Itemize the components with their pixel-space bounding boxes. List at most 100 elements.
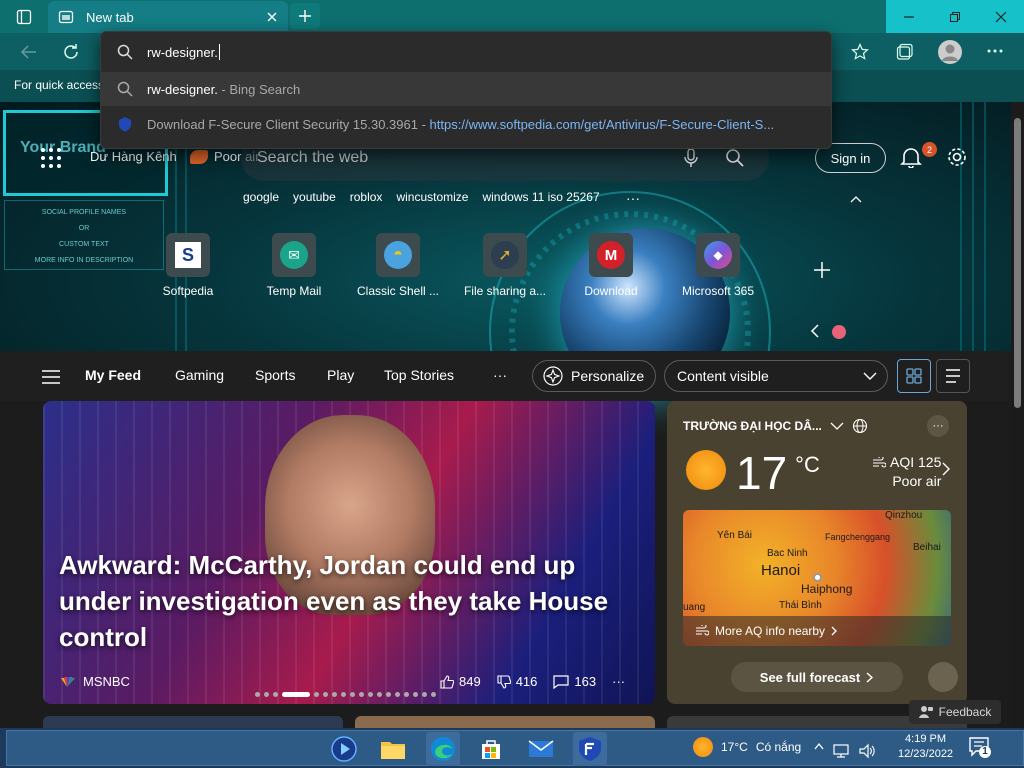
carousel-dot-active[interactable] [282,692,310,697]
suggestion-separator: - [417,116,430,132]
comments-button[interactable]: 163 [553,674,596,689]
top-site-tile[interactable]: ➚ File sharing a... [450,233,560,298]
add-site-plus-icon[interactable] [812,260,832,280]
carousel-dot[interactable] [404,692,409,697]
refresh-icon[interactable] [62,43,80,61]
profile-avatar[interactable] [938,40,962,64]
media-player-taskbar-button[interactable] [327,732,361,766]
news-headline[interactable]: Awkward: McCarthy, Jordan could end up u… [59,547,649,655]
carousel-dot[interactable] [314,692,319,697]
tab-more[interactable]: ··· [493,367,507,383]
carousel-dot[interactable] [422,692,427,697]
collections-icon[interactable] [896,43,914,61]
background-info-icon[interactable] [832,325,846,339]
carousel-dot[interactable] [431,692,436,697]
tab-gaming[interactable]: Gaming [175,367,224,383]
carousel-dot[interactable] [359,692,364,697]
tab-play[interactable]: Play [327,367,354,383]
suggestion-history[interactable]: Download F-Secure Client Security 15.30.… [101,107,831,141]
card-more[interactable]: ··· [612,674,625,689]
news-reactions: 849 416 163 ··· [440,674,625,689]
browser-tab[interactable]: New tab [48,1,288,33]
minimize-button[interactable] [886,0,932,33]
top-site-tile[interactable]: ✉ Temp Mail [239,233,349,298]
taskbar-weather[interactable]: 17°C Có nắng [693,737,801,757]
chevron-up-icon[interactable] [850,195,862,203]
scrollbar-thumb[interactable] [1014,118,1021,408]
restore-button[interactable] [932,0,978,33]
carousel-dot[interactable] [264,692,269,697]
taskbar-clock[interactable]: 4:19 PM 12/23/2022 [898,732,953,762]
carousel-dot[interactable] [332,692,337,697]
more-options-icon[interactable] [987,48,1003,54]
tab-top-stories[interactable]: Top Stories [384,367,454,383]
back-icon[interactable] [20,43,38,61]
air-quality-index[interactable]: AQI 125 Poor air [872,453,941,491]
carousel-dot[interactable] [413,692,418,697]
weather-floating-button[interactable] [928,662,958,692]
quick-link[interactable]: youtube [293,190,336,204]
chevron-left-icon[interactable] [810,324,820,338]
favorite-star-icon[interactable] [851,43,869,61]
map-city-label: Yên Bái [717,530,753,541]
suggestion-bing-search[interactable]: rw-designer. - Bing Search [101,72,831,106]
carousel-dot[interactable] [255,692,260,697]
address-bar-input[interactable]: rw-designer. [101,34,831,70]
store-taskbar-button[interactable] [474,732,508,766]
list-view-button[interactable] [936,359,970,393]
weather-location[interactable]: TRƯỜNG ĐẠI HỌC DÂ... [683,418,868,434]
feedback-button[interactable]: Feedback [909,700,1001,724]
quick-link[interactable]: roblox [350,190,383,204]
carousel-dot[interactable] [350,692,355,697]
content-visible-dropdown[interactable]: Content visible [664,360,888,392]
dislike-button[interactable]: 416 [497,674,537,689]
user-pill[interactable]: Dư Hàng Kênh [90,149,177,164]
carousel-dot[interactable] [368,692,373,697]
globe-icon[interactable] [852,418,868,434]
file-explorer-taskbar-button[interactable] [376,732,410,766]
settings-gear-icon[interactable] [946,146,968,168]
quick-link[interactable]: google [243,190,279,204]
top-site-tile[interactable]: ◆ Microsoft 365 [663,233,773,298]
carousel-dot[interactable] [386,692,391,697]
personalize-button[interactable]: Personalize [532,360,656,392]
volume-icon[interactable] [858,743,876,759]
weather-more-button[interactable]: ··· [927,415,949,437]
notifications-bell-icon[interactable] [900,146,922,168]
grid-view-button[interactable] [897,359,931,393]
mail-taskbar-button[interactable] [524,732,558,766]
microphone-icon[interactable] [683,148,699,168]
see-full-forecast-button[interactable]: See full forecast [731,662,903,692]
edge-taskbar-button[interactable] [426,732,460,766]
new-tab-button[interactable] [290,3,320,29]
menu-hamburger-icon[interactable] [42,370,60,384]
carousel-dot[interactable] [377,692,382,697]
carousel-dot[interactable] [273,692,278,697]
page-scrollbar[interactable] [1011,102,1024,728]
tab-sports[interactable]: Sports [255,367,295,383]
tab-actions-button[interactable] [7,3,41,30]
f-secure-taskbar-button[interactable] [573,732,607,766]
carousel-dot[interactable] [323,692,328,697]
search-icon[interactable] [725,148,745,168]
like-button[interactable]: 849 [440,674,481,689]
top-site-tile[interactable]: S Softpedia [133,233,243,298]
action-center-button[interactable]: 1 [968,735,992,759]
carousel-dot[interactable] [395,692,400,697]
store-icon [482,740,500,759]
carousel-dot[interactable] [341,692,346,697]
top-site-tile[interactable]: ◓ Classic Shell ... [343,233,453,298]
chevron-right-icon[interactable] [942,462,950,476]
news-source[interactable]: MSNBC [59,674,130,689]
close-window-button[interactable] [978,0,1024,33]
app-launcher-icon[interactable] [40,147,62,169]
top-site-tile[interactable]: M Download [556,233,666,298]
tab-my-feed[interactable]: My Feed [85,367,141,383]
quick-link[interactable]: wincustomize [396,190,468,204]
quick-link[interactable]: windows 11 iso 25267 [482,190,599,204]
chevron-up-icon[interactable] [814,742,824,750]
close-tab-icon[interactable] [266,11,278,23]
network-icon[interactable] [832,743,850,759]
aq-info-link[interactable]: More AQ info nearby [683,616,951,646]
quick-links-more[interactable]: ··· [626,190,640,206]
